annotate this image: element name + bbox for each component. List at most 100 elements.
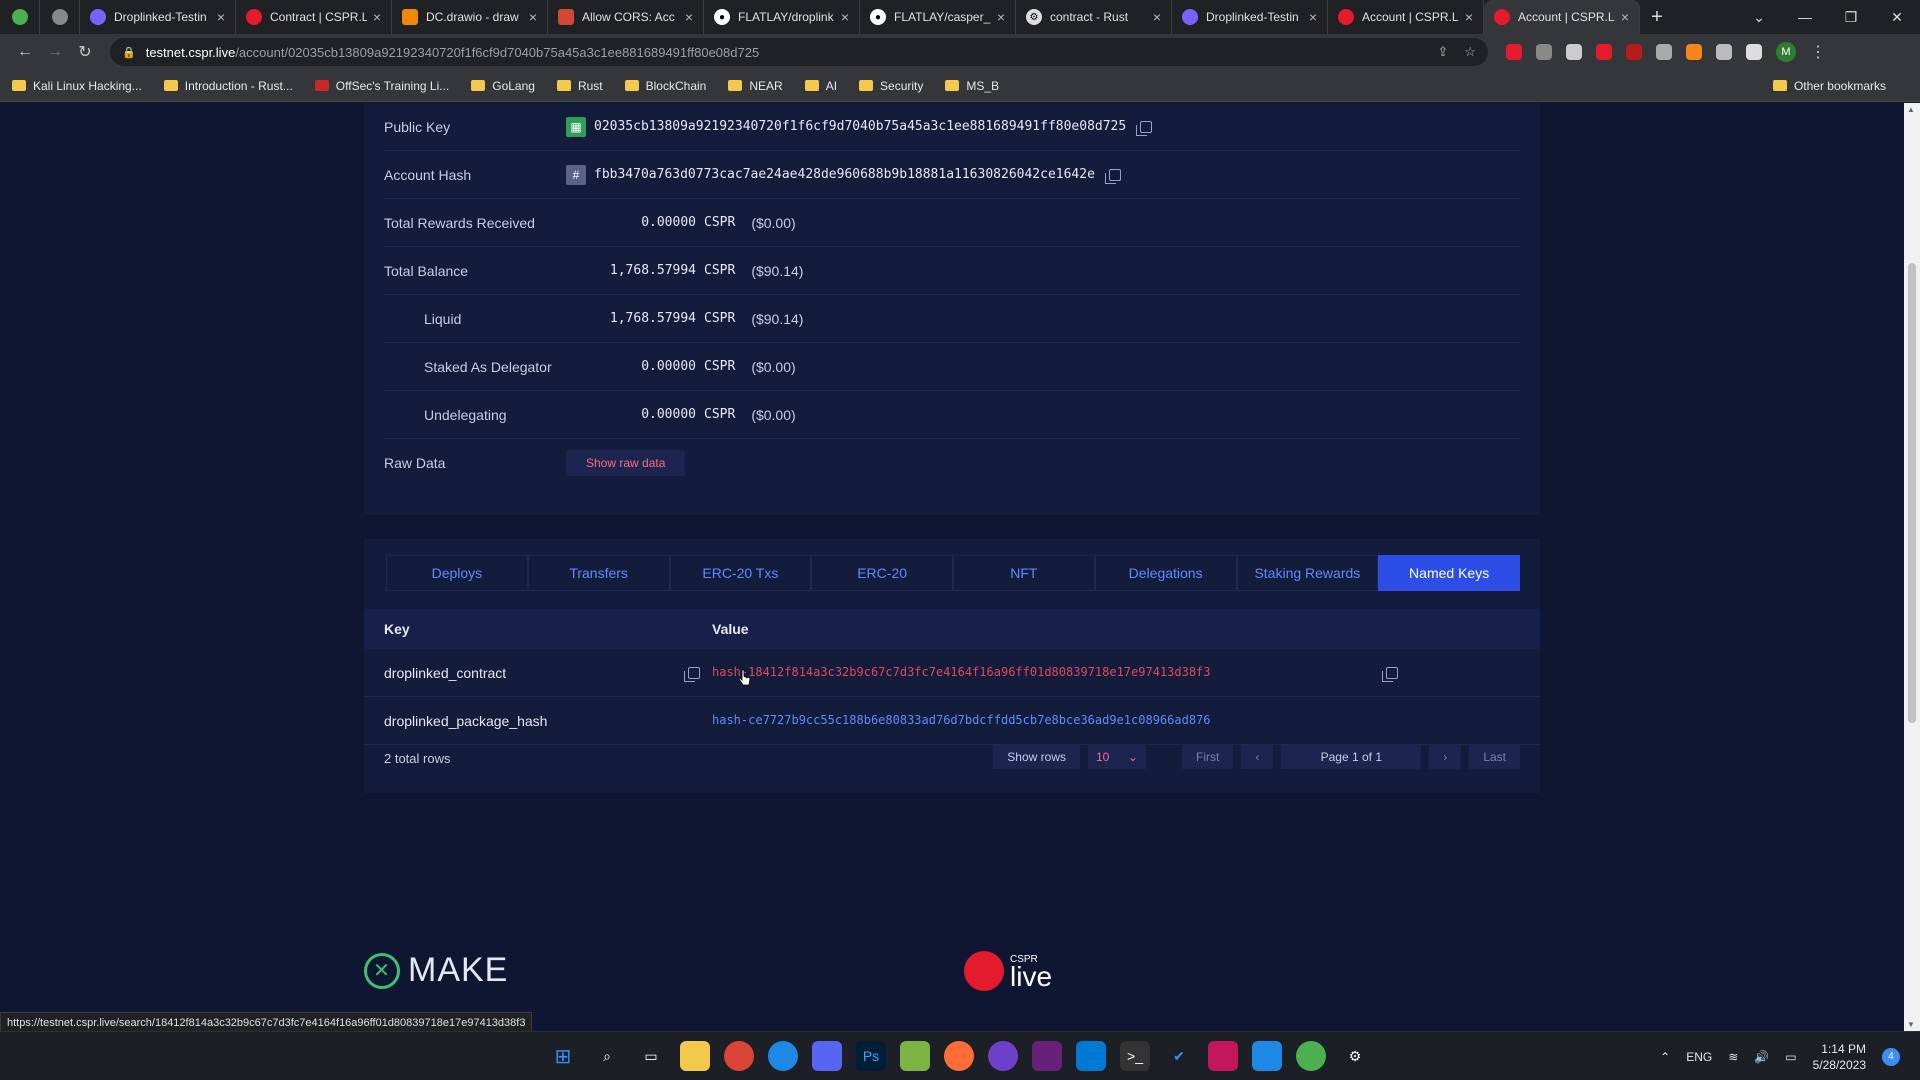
named-key-value-link[interactable]: hash-18412f814a3c32b9c67c7d3fc7e4164f16a… [712, 665, 1211, 679]
tab-transfers[interactable]: Transfers [527, 555, 670, 591]
visual-studio-icon[interactable] [1032, 1041, 1062, 1071]
tab-2[interactable]: Droplinked-Testin × [80, 0, 236, 34]
tab-nft[interactable]: NFT [953, 555, 1095, 591]
todo-icon[interactable]: ✔ [1164, 1041, 1194, 1071]
bookmark-item[interactable]: GoLang [471, 79, 535, 93]
back-icon[interactable]: ← [10, 43, 40, 61]
puzzle-icon[interactable] [1716, 44, 1732, 60]
edge-icon[interactable] [768, 1041, 798, 1071]
tab-delegations[interactable]: Delegations [1094, 555, 1237, 591]
close-window-icon[interactable]: ✕ [1874, 9, 1920, 26]
cspr-live-logo[interactable]: CSPR live [964, 951, 1052, 991]
profile-avatar[interactable]: M [1776, 42, 1796, 62]
side-panel-icon[interactable] [1746, 44, 1762, 60]
tab-deploys[interactable]: Deploys [386, 555, 528, 591]
chrome-icon[interactable] [724, 1041, 754, 1071]
task-view-icon[interactable]: ▭ [636, 1041, 666, 1071]
wifi-icon[interactable]: ≋ [1728, 1050, 1738, 1064]
file-explorer-icon[interactable] [680, 1041, 710, 1071]
clock[interactable]: 1:14 PM 5/28/2023 [1813, 1041, 1866, 1073]
notepad-icon[interactable] [900, 1041, 930, 1071]
notification-badge[interactable]: 4 [1882, 1047, 1900, 1066]
tab-9[interactable]: Droplinked-Testin × [1172, 0, 1328, 34]
extension-icon[interactable] [1506, 44, 1522, 60]
bookmark-item[interactable]: NEAR [728, 79, 783, 93]
postman-icon[interactable] [944, 1041, 974, 1071]
tab-close-icon[interactable]: × [685, 9, 693, 25]
scroll-up-icon[interactable]: ▲ [1907, 105, 1915, 114]
reload-icon[interactable]: ↻ [70, 42, 100, 62]
page-scrollbar[interactable]: ▲ ▼ [1904, 103, 1920, 1031]
bookmark-item[interactable]: BlockChain [624, 79, 706, 93]
windows-start-icon[interactable]: ⊞ [548, 1041, 578, 1071]
vscode-icon[interactable] [1076, 1041, 1106, 1071]
settings-icon[interactable]: ⚙ [1340, 1041, 1370, 1071]
search-icon[interactable]: ⌕ [592, 1041, 622, 1071]
chrome-active-icon[interactable] [1296, 1041, 1326, 1071]
scrollbar-thumb[interactable] [1908, 263, 1916, 723]
volume-icon[interactable]: 🔊 [1754, 1050, 1769, 1064]
metamask-icon[interactable] [1686, 44, 1702, 60]
bookmark-item[interactable]: Kali Linux Hacking... [12, 79, 142, 93]
named-key-value-link[interactable]: hash-ce7727b9cc55c188b6e80833ad76d7bdcff… [712, 713, 1211, 727]
tab-close-icon[interactable]: × [1621, 9, 1629, 25]
bookmark-item[interactable]: Security [859, 79, 923, 93]
tab-10[interactable]: Account | CSPR.L × [1328, 0, 1484, 34]
language-indicator[interactable]: ENG [1686, 1050, 1712, 1064]
tab-3[interactable]: Contract | CSPR.L × [236, 0, 392, 34]
tab-6[interactable]: ● FLATLAY/droplink × [704, 0, 860, 34]
tab-pinned-1[interactable] [0, 0, 40, 34]
tab-close-icon[interactable]: × [841, 9, 849, 25]
tab-close-icon[interactable]: × [1309, 9, 1317, 25]
last-page-button[interactable]: Last [1469, 745, 1520, 769]
tab-erc20[interactable]: ERC-20 [811, 555, 953, 591]
jetbrains-icon[interactable] [1208, 1041, 1238, 1071]
menu-kebab-icon[interactable]: ⋮ [1810, 42, 1826, 62]
copy-icon[interactable] [684, 667, 700, 682]
rows-per-page-select[interactable]: 10 ⌄ [1087, 745, 1146, 769]
extension-icon[interactable] [1536, 44, 1552, 60]
photoshop-icon[interactable]: Ps [856, 1041, 886, 1071]
battery-icon[interactable]: ▭ [1785, 1050, 1796, 1064]
extension-icon[interactable] [1626, 44, 1642, 60]
bookmark-item[interactable]: AI [804, 79, 837, 93]
make-logo[interactable]: ✕ MAKE [364, 951, 508, 990]
copy-icon[interactable] [1104, 168, 1121, 184]
tab-11-active[interactable]: Account | CSPR.L × [1484, 0, 1640, 34]
bookmark-item[interactable]: Rust [556, 79, 603, 93]
new-tab-button[interactable]: + [1640, 6, 1674, 29]
tab-8[interactable]: ⚙ contract - Rust × [1016, 0, 1172, 34]
other-bookmarks[interactable]: Other bookmarks [1772, 79, 1886, 93]
terminal-icon[interactable]: >_ [1120, 1041, 1150, 1071]
tab-5[interactable]: Allow CORS: Acc × [548, 0, 704, 34]
tab-erc20-txs[interactable]: ERC-20 Txs [669, 555, 812, 591]
prev-page-icon[interactable]: ‹ [1241, 745, 1274, 769]
copy-icon[interactable] [1136, 120, 1153, 136]
bookmark-item[interactable]: MS_B [945, 79, 999, 93]
tab-staking-rewards[interactable]: Staking Rewards [1236, 555, 1379, 591]
extension-icon[interactable] [1656, 44, 1672, 60]
tab-close-icon[interactable]: × [217, 9, 225, 25]
first-page-button[interactable]: First [1181, 745, 1234, 769]
bookmark-item[interactable]: OffSec's Training Li... [314, 79, 449, 93]
tab-7[interactable]: ● FLATLAY/casper_ × [860, 0, 1016, 34]
discord-icon[interactable] [812, 1041, 842, 1071]
notes-icon[interactable] [1252, 1041, 1282, 1071]
tab-close-icon[interactable]: × [1153, 9, 1161, 25]
share-icon[interactable]: ⇪ [1437, 44, 1448, 60]
tab-close-icon[interactable]: × [373, 9, 381, 25]
show-raw-data-button[interactable]: Show raw data [566, 450, 686, 476]
tab-search-icon[interactable]: ⌄ [1736, 9, 1782, 26]
extension-icon[interactable] [1596, 44, 1612, 60]
scroll-down-icon[interactable]: ▼ [1907, 1020, 1915, 1029]
tab-4[interactable]: DC.drawio - draw × [392, 0, 548, 34]
tab-close-icon[interactable]: × [529, 9, 537, 25]
forward-icon[interactable]: → [40, 43, 70, 61]
tab-close-icon[interactable]: × [1465, 9, 1473, 25]
tab-close-icon[interactable]: × [997, 9, 1005, 25]
next-page-icon[interactable]: › [1429, 745, 1462, 769]
tab-named-keys[interactable]: Named Keys [1378, 555, 1520, 591]
minimize-icon[interactable]: — [1782, 9, 1828, 25]
github-desktop-icon[interactable] [988, 1041, 1018, 1071]
bookmark-star-icon[interactable]: ☆ [1464, 44, 1476, 60]
